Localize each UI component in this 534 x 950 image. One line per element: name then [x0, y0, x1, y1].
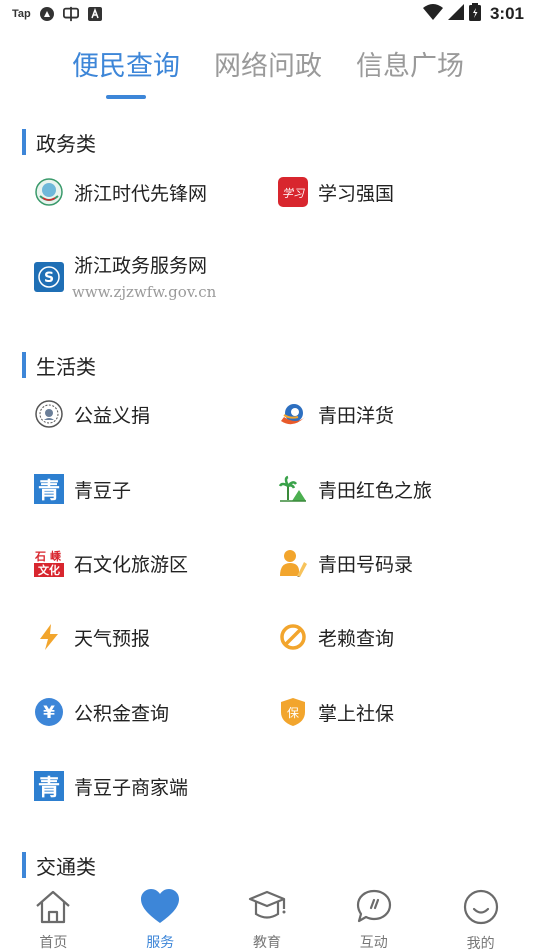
qingdouzi-icon-text: 青 [38, 479, 60, 504]
service-item-label: 青豆子商家端 [74, 776, 189, 799]
nav-home[interactable]: 首页 [0, 880, 107, 950]
stone-icon-char-1: 石 [34, 550, 46, 563]
section-accent-bar [22, 129, 26, 155]
nav-label: 互动 [359, 935, 388, 950]
service-item-label: 老赖查询 [318, 627, 395, 650]
status-left: Tap [12, 6, 103, 22]
signal-icon [447, 3, 464, 25]
chat-icon [62, 6, 79, 22]
social-icon-text: 保 [287, 706, 299, 720]
service-item-social-security[interactable]: 保 掌上社保 [278, 696, 394, 728]
section-header-government: 政务类 [22, 128, 96, 156]
tab-online-politics[interactable]: 网络问政 [214, 44, 322, 83]
section-accent-bar [22, 352, 26, 378]
service-item-label: 青田洋货 [318, 404, 395, 427]
nav-service[interactable]: 服务 [107, 880, 214, 950]
battery-icon [468, 2, 481, 26]
top-tabs: 便民查询 网络问政 信息广场 [0, 44, 534, 104]
nav-label: 教育 [252, 935, 281, 950]
fund-icon: ¥ [34, 697, 64, 727]
nav-mine[interactable]: 我的 [427, 880, 534, 950]
service-item-foreign-goods[interactable]: 青田洋货 [278, 398, 394, 430]
service-item-phonebook[interactable]: 青田号码录 [278, 547, 413, 579]
service-item-label: 天气预报 [74, 627, 151, 650]
xuexi-icon: 学习 [278, 177, 308, 207]
foreign-goods-icon [278, 399, 308, 429]
section-title: 生活类 [36, 354, 96, 379]
service-item-weather[interactable]: 天气预报 [34, 621, 150, 653]
graduation-cap-icon [247, 887, 287, 927]
qingdouzi-merchant-icon-text: 青 [38, 776, 60, 801]
section-header-life: 生活类 [22, 351, 96, 379]
bottom-nav: 首页 服务 教育 互动 我的 [0, 880, 534, 950]
nav-label: 我的 [466, 936, 495, 950]
photo-icon [39, 6, 55, 22]
tap-app-icon: Tap [12, 8, 31, 20]
service-item-dishonest[interactable]: 老赖查询 [278, 621, 394, 653]
zjzwfw-icon: S [34, 262, 64, 292]
stone-icon-char-2: 嵊 [50, 549, 62, 563]
nav-interaction[interactable]: 互动 [320, 880, 427, 950]
section-title: 政务类 [36, 131, 96, 156]
service-item-label: 浙江时代先锋网 [74, 182, 208, 205]
service-item-red-tour[interactable]: 青田红色之旅 [278, 473, 432, 505]
status-bar: Tap 3:01 [0, 0, 534, 28]
service-item-label: 浙江政务服务网 [74, 254, 208, 277]
home-icon [33, 887, 73, 927]
font-a-icon [87, 6, 103, 22]
service-item-fund[interactable]: ¥ 公积金查询 [34, 696, 169, 728]
service-item-url: www.zjzwfw.gov.cn [72, 283, 217, 301]
pioneer-icon [34, 177, 64, 207]
service-item-label: 石文化旅游区 [74, 553, 189, 576]
phonebook-icon [278, 548, 308, 578]
charity-icon [34, 399, 64, 429]
service-item-qingdouzi-merchant[interactable]: 青 青豆子商家端 [34, 770, 188, 802]
service-item-label: 青田红色之旅 [318, 479, 433, 502]
service-item-xuexi[interactable]: 学习 学习强国 [278, 176, 394, 208]
section-title: 交通类 [36, 854, 96, 879]
tab-active-indicator [106, 95, 146, 99]
service-item-pioneer[interactable]: 浙江时代先锋网 [34, 176, 207, 208]
weather-icon [34, 622, 64, 652]
service-item-charity[interactable]: 公益义捐 [34, 398, 150, 430]
social-security-icon: 保 [278, 697, 308, 727]
smile-icon [461, 887, 501, 927]
status-time: 3:01 [489, 4, 524, 23]
nav-label: 服务 [146, 935, 175, 950]
heart-icon [140, 887, 180, 927]
red-tour-icon [278, 474, 308, 504]
stone-culture-icon: 石 嵊 文化 [34, 548, 64, 578]
service-item-stone-culture[interactable]: 石 嵊 文化 石文化旅游区 [34, 547, 188, 579]
wifi-icon [422, 3, 443, 25]
tab-info-square[interactable]: 信息广场 [356, 44, 464, 83]
qingdouzi-merchant-icon: 青 [34, 771, 64, 801]
stone-icon-char-3: 文化 [38, 563, 60, 577]
service-item-qingdouzi[interactable]: 青 青豆子 [34, 473, 131, 505]
qingdouzi-icon: 青 [34, 474, 64, 504]
section-header-transport: 交通类 [22, 851, 96, 879]
service-item-label: 学习强国 [318, 182, 395, 205]
service-item-label: 掌上社保 [318, 702, 395, 725]
service-item-label: 青豆子 [74, 479, 132, 502]
dishonest-icon [278, 622, 308, 652]
service-item-label: 青田号码录 [318, 553, 414, 576]
nav-education[interactable]: 教育 [214, 880, 321, 950]
chat-bubble-icon [354, 887, 394, 927]
nav-label: 首页 [39, 935, 68, 950]
tab-convenience-query[interactable]: 便民查询 [72, 44, 180, 83]
fund-icon-text: ¥ [43, 703, 55, 723]
service-item-label: 公益义捐 [74, 404, 151, 427]
zjzwfw-icon-text: S [44, 270, 54, 286]
section-accent-bar [22, 852, 26, 878]
service-item-label: 公积金查询 [74, 702, 170, 725]
status-right: 3:01 [422, 2, 524, 26]
service-item-zjzwfw[interactable]: S 浙江政务服务网 [34, 248, 208, 292]
xuexi-icon-text: 学习 [282, 187, 305, 200]
